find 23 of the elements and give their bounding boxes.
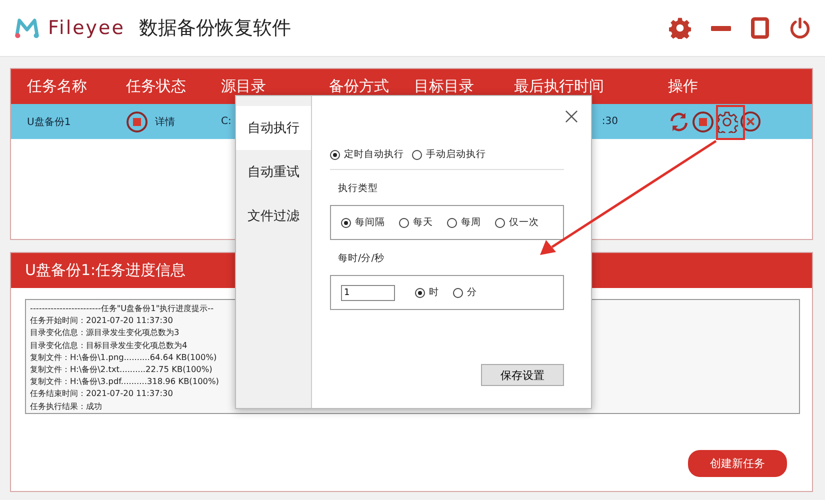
log-line: 任务结束时间：2021-07-20 11:37:30 [30, 387, 173, 400]
column-header: 备份方式 [329, 77, 390, 96]
column-header: 任务状态 [126, 77, 187, 96]
column-header: 目标目录 [414, 77, 475, 96]
log-line: 复制文件：H:\备份\1.png..........64.64 KB(100%) [30, 350, 217, 364]
app-title: 数据备份恢复软件 [138, 16, 291, 41]
section-label: 每时/分/秒 [338, 252, 386, 265]
table-cell-text: :30 [602, 116, 619, 127]
column-header: 最后执行时间 [514, 77, 605, 96]
log-line: 任务开始时间：2021-07-20 11:37:30 [30, 314, 173, 326]
log-line: 复制文件：H:\备份\2.txt..........22.75 KB(100%) [30, 363, 212, 376]
section-label: 执行类型 [338, 182, 379, 195]
table-cell-text: U盘备份1 [27, 116, 72, 128]
log-line: 任务执行结果：成功 [30, 400, 102, 412]
log-line: 目录变化信息：源目录发生变化项总数为3 [30, 326, 180, 339]
column-header: 任务名称 [27, 77, 88, 96]
table-cell-text: C: [221, 116, 232, 127]
log-line: 目录变化信息：目标目录发生变化项总数为4 [30, 338, 188, 351]
log-line: ------------------------任务"U盘备份1"执行进度提示-- [30, 302, 214, 314]
logo-text: Fileyee [48, 17, 125, 39]
log-line: 复制文件：H:\备份\3.pdf..........318.96 KB(100%) [30, 375, 219, 388]
column-header: 源目录 [221, 77, 267, 96]
column-header: 操作 [668, 77, 699, 96]
